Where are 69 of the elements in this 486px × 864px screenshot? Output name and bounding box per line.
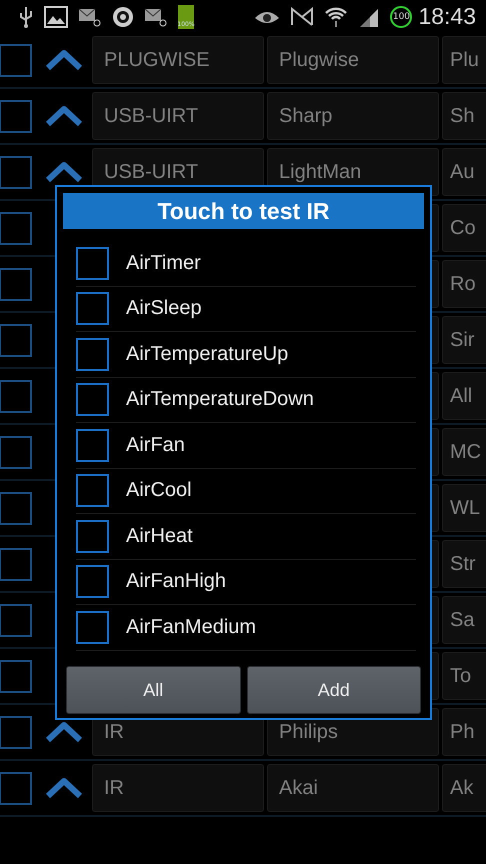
- checkbox[interactable]: [76, 383, 109, 416]
- checkbox[interactable]: [76, 610, 109, 644]
- dialog-title: Touch to test IR: [63, 193, 424, 229]
- checkbox[interactable]: [0, 660, 32, 692]
- checkbox[interactable]: [0, 436, 32, 468]
- table-cell: Sa: [442, 596, 486, 644]
- usb-icon: [18, 4, 34, 28]
- table-cell: MC: [442, 428, 486, 476]
- option-label[interactable]: AirFan: [126, 434, 185, 457]
- table-cell: IR: [92, 764, 264, 812]
- table-cell: All: [442, 372, 486, 420]
- checkbox[interactable]: [0, 716, 32, 748]
- option-label[interactable]: AirTimer: [126, 252, 201, 275]
- clock-time: 18:43: [418, 3, 476, 30]
- table-cell: Sharp: [267, 92, 439, 140]
- option-label[interactable]: AirFanHigh: [126, 570, 226, 594]
- checkbox[interactable]: [0, 44, 32, 76]
- dialog-button[interactable]: Add: [246, 666, 421, 714]
- table-cell: Plugwise: [267, 36, 439, 84]
- checkbox[interactable]: [0, 604, 32, 636]
- mail-icon: [144, 6, 168, 26]
- table-cell: USB-UIRT: [92, 92, 264, 140]
- checkbox[interactable]: [0, 212, 32, 244]
- checkbox[interactable]: [76, 338, 109, 371]
- table-cell: WL: [442, 484, 486, 532]
- image-icon: [44, 6, 68, 28]
- table-cell: Sh: [442, 92, 486, 140]
- checkbox[interactable]: [76, 246, 109, 280]
- disc-icon: [112, 6, 134, 28]
- checkbox[interactable]: [0, 772, 32, 804]
- table-cell: Akai: [267, 764, 439, 812]
- option-label[interactable]: AirSleep: [126, 297, 202, 320]
- table-cell: To: [442, 652, 486, 700]
- table-cell: Plu: [442, 36, 486, 84]
- checkbox[interactable]: [76, 474, 109, 508]
- table-cell: Au: [442, 148, 486, 196]
- mail-icon: [78, 6, 102, 26]
- checkbox[interactable]: [0, 380, 32, 412]
- table-cell: Ro: [442, 260, 486, 308]
- checkbox[interactable]: [76, 520, 109, 553]
- chevron-up-icon[interactable]: [45, 105, 83, 127]
- no-signal-icon: [290, 6, 314, 28]
- option-label[interactable]: AirHeat: [126, 524, 193, 548]
- dialog-button[interactable]: All: [66, 666, 240, 714]
- chevron-up-icon[interactable]: [45, 49, 83, 71]
- notification-badge: 100: [390, 6, 412, 28]
- chevron-up-icon[interactable]: [45, 777, 83, 799]
- table-cell: PLUGWISE: [92, 36, 264, 84]
- option-label[interactable]: AirFanMedium: [126, 616, 256, 639]
- option-label[interactable]: AirCool: [126, 479, 192, 502]
- checkbox[interactable]: [0, 492, 32, 524]
- option-label[interactable]: AirTemperatureDown: [126, 388, 314, 412]
- checkbox[interactable]: [0, 268, 32, 300]
- checkbox[interactable]: [0, 156, 32, 188]
- checkbox[interactable]: [0, 100, 32, 132]
- table-cell: Str: [442, 540, 486, 588]
- chevron-up-icon[interactable]: [45, 161, 83, 183]
- wifi-icon: [324, 6, 348, 28]
- option-label[interactable]: AirTemperatureUp: [126, 342, 288, 366]
- checkbox[interactable]: [76, 428, 109, 462]
- table-cell: Ph: [442, 708, 486, 756]
- chevron-up-icon[interactable]: [45, 721, 83, 743]
- table-cell: Sir: [442, 316, 486, 364]
- checkbox[interactable]: [0, 548, 32, 580]
- table-cell: Co: [442, 204, 486, 252]
- checkbox[interactable]: [0, 324, 32, 356]
- checkbox[interactable]: [76, 565, 109, 598]
- table-cell: Ak: [442, 764, 486, 812]
- checkbox[interactable]: [76, 292, 109, 326]
